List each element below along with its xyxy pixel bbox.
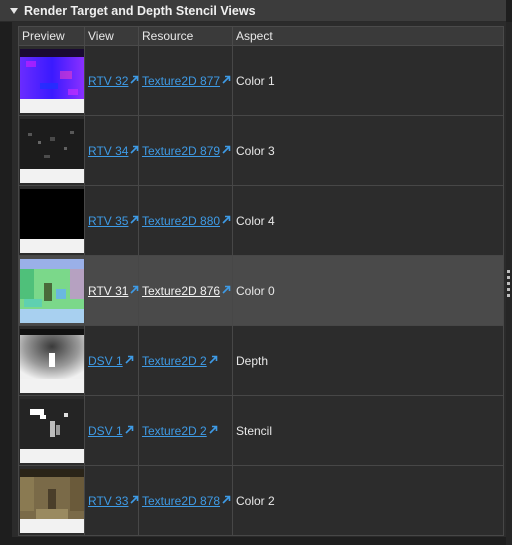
aspect-cell: Color 2 [232,465,504,536]
external-link-arrow-icon [130,145,139,154]
thumbnail-color4[interactable] [20,188,84,253]
external-link-arrow-icon [209,425,218,434]
view-cell: DSV 1 [84,325,139,396]
preview-cell [18,325,85,396]
section-title: Render Target and Depth Stencil Views [24,3,256,18]
view-cell: RTV 34 [84,115,139,186]
external-link-arrow-icon [222,495,231,504]
panel-bottom-edge [0,537,506,545]
drag-handle-icon[interactable] [507,270,511,306]
view-link[interactable]: RTV 33 [88,494,139,508]
preview-cell [18,115,85,186]
column-header-view[interactable]: View [84,26,139,46]
aspect-cell: Color 3 [232,115,504,186]
thumbnail-stencil[interactable] [20,398,84,463]
view-link[interactable]: RTV 32 [88,74,139,88]
resource-cell: Texture2D 879 [138,115,233,186]
column-header-aspect[interactable]: Aspect [232,26,504,46]
thumbnail-color1[interactable] [20,48,84,113]
resource-cell: Texture2D 880 [138,185,233,256]
view-link[interactable]: RTV 34 [88,144,139,158]
section-header[interactable]: Render Target and Depth Stencil Views [0,0,506,22]
thumbnail-color3[interactable] [20,118,84,183]
aspect-cell: Color 0 [232,255,504,326]
view-link[interactable]: DSV 1 [88,424,134,438]
aspect-cell: Color 1 [232,45,504,116]
column-header-preview[interactable]: Preview [18,26,85,46]
resource-cell: Texture2D 877 [138,45,233,116]
table-row[interactable]: RTV 34 Texture2D 879 Color 3 [18,115,504,186]
resource-link[interactable]: Texture2D 879 [142,144,231,158]
preview-cell [18,465,85,536]
external-link-arrow-icon [222,145,231,154]
resource-link[interactable]: Texture2D 2 [142,354,218,368]
resource-link[interactable]: Texture2D 880 [142,214,231,228]
resource-cell: Texture2D 878 [138,465,233,536]
external-link-arrow-icon [222,215,231,224]
table-row[interactable]: RTV 35 Texture2D 880 Color 4 [18,185,504,256]
external-link-arrow-icon [125,355,133,364]
views-panel: Preview View Resource Aspect RTV 32 Text… [12,22,506,537]
aspect-cell: Depth [232,325,504,396]
external-link-arrow-icon [209,355,218,364]
table-header-row: Preview View Resource Aspect [18,26,504,46]
resource-cell: Texture2D 2 [138,325,233,396]
resource-cell: Texture2D 876 [138,255,233,326]
resource-link[interactable]: Texture2D 878 [142,494,231,508]
preview-cell [18,45,85,116]
column-header-resource[interactable]: Resource [138,26,233,46]
views-table: Preview View Resource Aspect RTV 32 Text… [18,26,504,536]
resource-link[interactable]: Texture2D 876 [142,284,231,298]
external-link-arrow-icon [130,75,139,84]
table-row[interactable]: RTV 32 Texture2D 877 Color 1 [18,45,504,116]
thumbnail-color2[interactable] [20,468,84,533]
view-cell: RTV 33 [84,465,139,536]
view-cell: DSV 1 [84,395,139,466]
table-row[interactable]: DSV 1 Texture2D 2 Stencil [18,395,504,466]
preview-cell [18,395,85,466]
preview-cell [18,255,85,326]
preview-cell [18,185,85,256]
thumbnail-depth[interactable] [20,328,84,393]
resource-link[interactable]: Texture2D 877 [142,74,231,88]
view-link[interactable]: DSV 1 [88,354,134,368]
external-link-arrow-icon [130,215,139,224]
aspect-cell: Color 4 [232,185,504,256]
thumbnail-color0[interactable] [20,258,84,323]
external-link-arrow-icon [130,285,139,294]
table-row[interactable]: RTV 33 Texture2D 878 Color 2 [18,465,504,536]
resource-link[interactable]: Texture2D 2 [142,424,218,438]
view-link[interactable]: RTV 35 [88,214,139,228]
collapse-triangle-icon[interactable] [10,7,18,14]
table-row[interactable]: DSV 1 Texture2D 2 Depth [18,325,504,396]
view-link[interactable]: RTV 31 [88,284,139,298]
external-link-arrow-icon [125,425,133,434]
resource-cell: Texture2D 2 [138,395,233,466]
view-cell: RTV 32 [84,45,139,116]
external-link-arrow-icon [222,75,231,84]
view-cell: RTV 35 [84,185,139,256]
aspect-cell: Stencil [232,395,504,466]
table-row-selected[interactable]: RTV 31 Texture2D 876 Color 0 [18,255,504,326]
external-link-arrow-icon [222,285,231,294]
view-cell: RTV 31 [84,255,139,326]
external-link-arrow-icon [130,495,139,504]
